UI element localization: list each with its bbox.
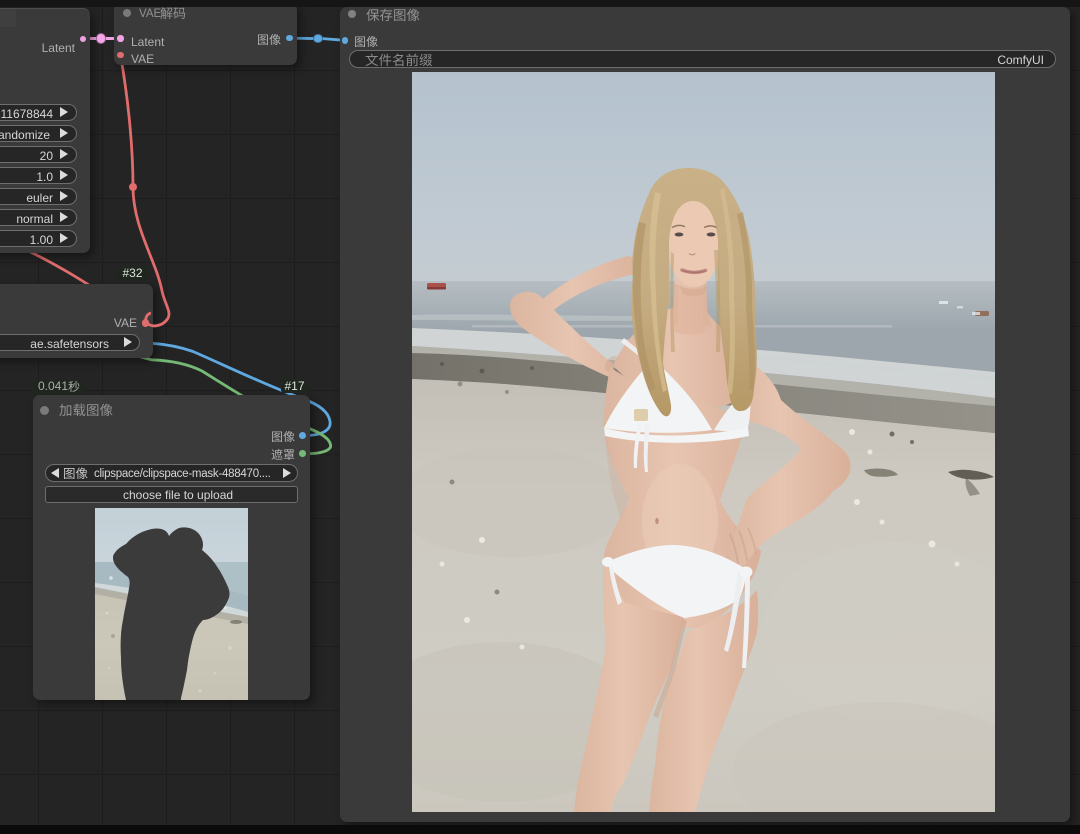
svg-text:0.041: 0.041 — [38, 379, 68, 393]
